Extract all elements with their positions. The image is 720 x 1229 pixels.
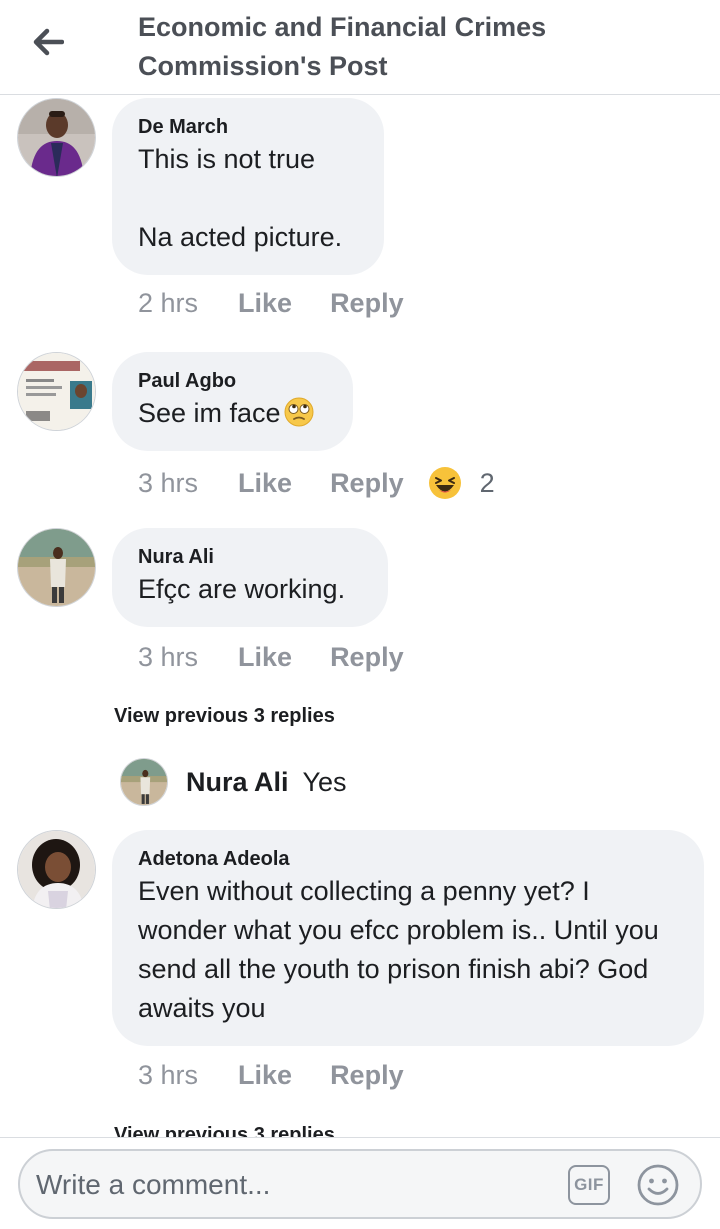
avatar[interactable]: [17, 98, 96, 177]
reply-text: Yes: [302, 766, 347, 797]
comment-text: Even without collecting a penny yet? I w…: [138, 876, 667, 1023]
comment-actions: 2 hrs Like Reply: [138, 288, 442, 319]
like-button[interactable]: Like: [238, 642, 292, 673]
comment-time[interactable]: 2 hrs: [138, 288, 198, 319]
comment-bubble: Adetona Adeola Even without collecting a…: [112, 830, 704, 1046]
reply-author[interactable]: Nura Ali: [186, 767, 289, 798]
comment-time[interactable]: 3 hrs: [138, 642, 198, 673]
reply-button[interactable]: Reply: [330, 468, 404, 499]
reply-button[interactable]: Reply: [330, 288, 404, 319]
reaction-summary[interactable]: 2: [428, 466, 495, 500]
reply-button[interactable]: Reply: [330, 1060, 404, 1091]
avatar[interactable]: [17, 830, 96, 909]
like-button[interactable]: Like: [238, 468, 292, 499]
smiley-icon[interactable]: [636, 1163, 680, 1207]
comment-author[interactable]: Paul Agbo: [138, 368, 327, 394]
reply-button[interactable]: Reply: [330, 642, 404, 673]
comment-time[interactable]: 3 hrs: [138, 1060, 198, 1091]
gif-button[interactable]: GIF: [568, 1165, 610, 1205]
comment-input[interactable]: [36, 1163, 556, 1207]
comment-time[interactable]: 3 hrs: [138, 468, 198, 499]
comment-text: Efçc are working.: [138, 574, 346, 604]
comment-composer: GIF: [0, 1137, 720, 1229]
avatar[interactable]: [120, 758, 168, 806]
view-previous-replies-link[interactable]: View previous 3 replies: [114, 705, 335, 728]
comment-actions: 3 hrs Like Reply: [138, 642, 442, 673]
like-button[interactable]: Like: [238, 288, 292, 319]
comment-box[interactable]: GIF: [18, 1149, 702, 1219]
avatar[interactable]: [17, 352, 96, 431]
avatar[interactable]: [17, 528, 96, 607]
comment-bubble: De March This is not true Na acted pictu…: [112, 98, 384, 275]
comment-actions: 3 hrs Like Reply: [138, 1060, 442, 1091]
comment-text: See im face: [138, 394, 327, 433]
comment-text: This is not true Na acted picture.: [138, 144, 343, 252]
comment-actions: 3 hrs Like Reply 2: [138, 466, 495, 500]
comment-author[interactable]: Adetona Adeola: [138, 846, 678, 872]
comment-bubble: Paul Agbo See im face: [112, 352, 353, 451]
haha-reaction-icon: [428, 467, 461, 499]
page-title: Economic and Financial Crimes Commission…: [138, 12, 547, 81]
like-button[interactable]: Like: [238, 1060, 292, 1091]
reaction-count: 2: [479, 467, 495, 498]
reply-preview[interactable]: Nura Ali Yes: [120, 757, 347, 807]
back-button[interactable]: [26, 22, 70, 62]
comment-author[interactable]: De March: [138, 114, 358, 140]
arrow-left-icon: [33, 28, 64, 56]
header-bar: Economic and Financial Crimes Commission…: [0, 0, 720, 95]
rolling-eyes-emoji-icon: [284, 397, 314, 427]
comment-author[interactable]: Nura Ali: [138, 544, 362, 570]
comment-bubble: Nura Ali Efçc are working.: [112, 528, 388, 627]
